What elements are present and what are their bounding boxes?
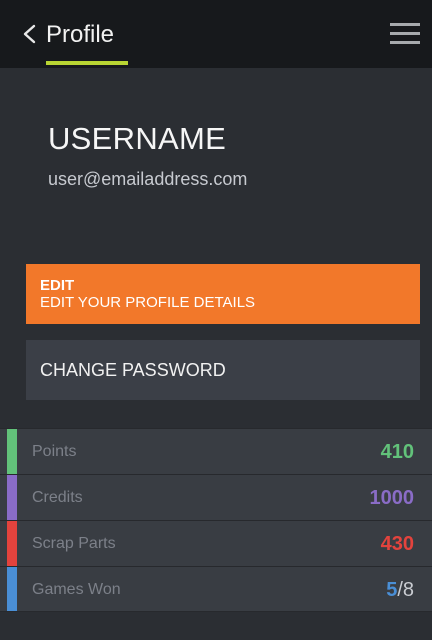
page-title: Profile — [46, 21, 115, 48]
stat-label: Credits — [32, 489, 83, 506]
title-underline — [46, 61, 128, 65]
stat-color-bar — [7, 475, 17, 520]
stat-row-games-won: Games Won 5/8 — [0, 566, 432, 612]
stat-value: 430 — [380, 533, 414, 555]
stat-row-credits: Credits 1000 — [0, 474, 432, 520]
change-password-button[interactable]: CHANGE PASSWORD — [26, 340, 420, 400]
chevron-left-icon[interactable] — [20, 22, 38, 46]
edit-profile-subtitle: EDIT YOUR PROFILE DETAILS — [40, 294, 256, 311]
hamburger-menu-icon[interactable] — [390, 23, 420, 45]
stat-label: Games Won — [32, 581, 121, 598]
user-email: user@emailaddress.com — [48, 169, 248, 189]
top-bar: Profile — [0, 0, 432, 68]
stat-color-bar — [7, 521, 17, 566]
stat-color-bar — [7, 567, 17, 611]
profile-header: USERNAME user@emailaddress.com — [48, 120, 247, 190]
stat-color-bar — [7, 429, 17, 474]
username: USERNAME — [48, 121, 227, 156]
games-won-count: 5 — [386, 579, 398, 601]
stat-label: Scrap Parts — [32, 535, 116, 552]
stat-value-games-won: 5/8 — [386, 567, 414, 613]
edit-profile-button[interactable]: EDIT EDIT YOUR PROFILE DETAILS — [26, 264, 420, 324]
edit-profile-title: EDIT — [40, 277, 75, 294]
stats-list: Points 410 Credits 1000 Scrap Parts 430 … — [0, 428, 432, 612]
stat-value: 410 — [380, 441, 414, 463]
stat-row-scrap-parts: Scrap Parts 430 — [0, 520, 432, 566]
stat-label: Points — [32, 443, 77, 460]
stat-row-points: Points 410 — [0, 428, 432, 474]
games-played-total: /8 — [397, 579, 414, 601]
stat-value: 1000 — [369, 487, 415, 509]
